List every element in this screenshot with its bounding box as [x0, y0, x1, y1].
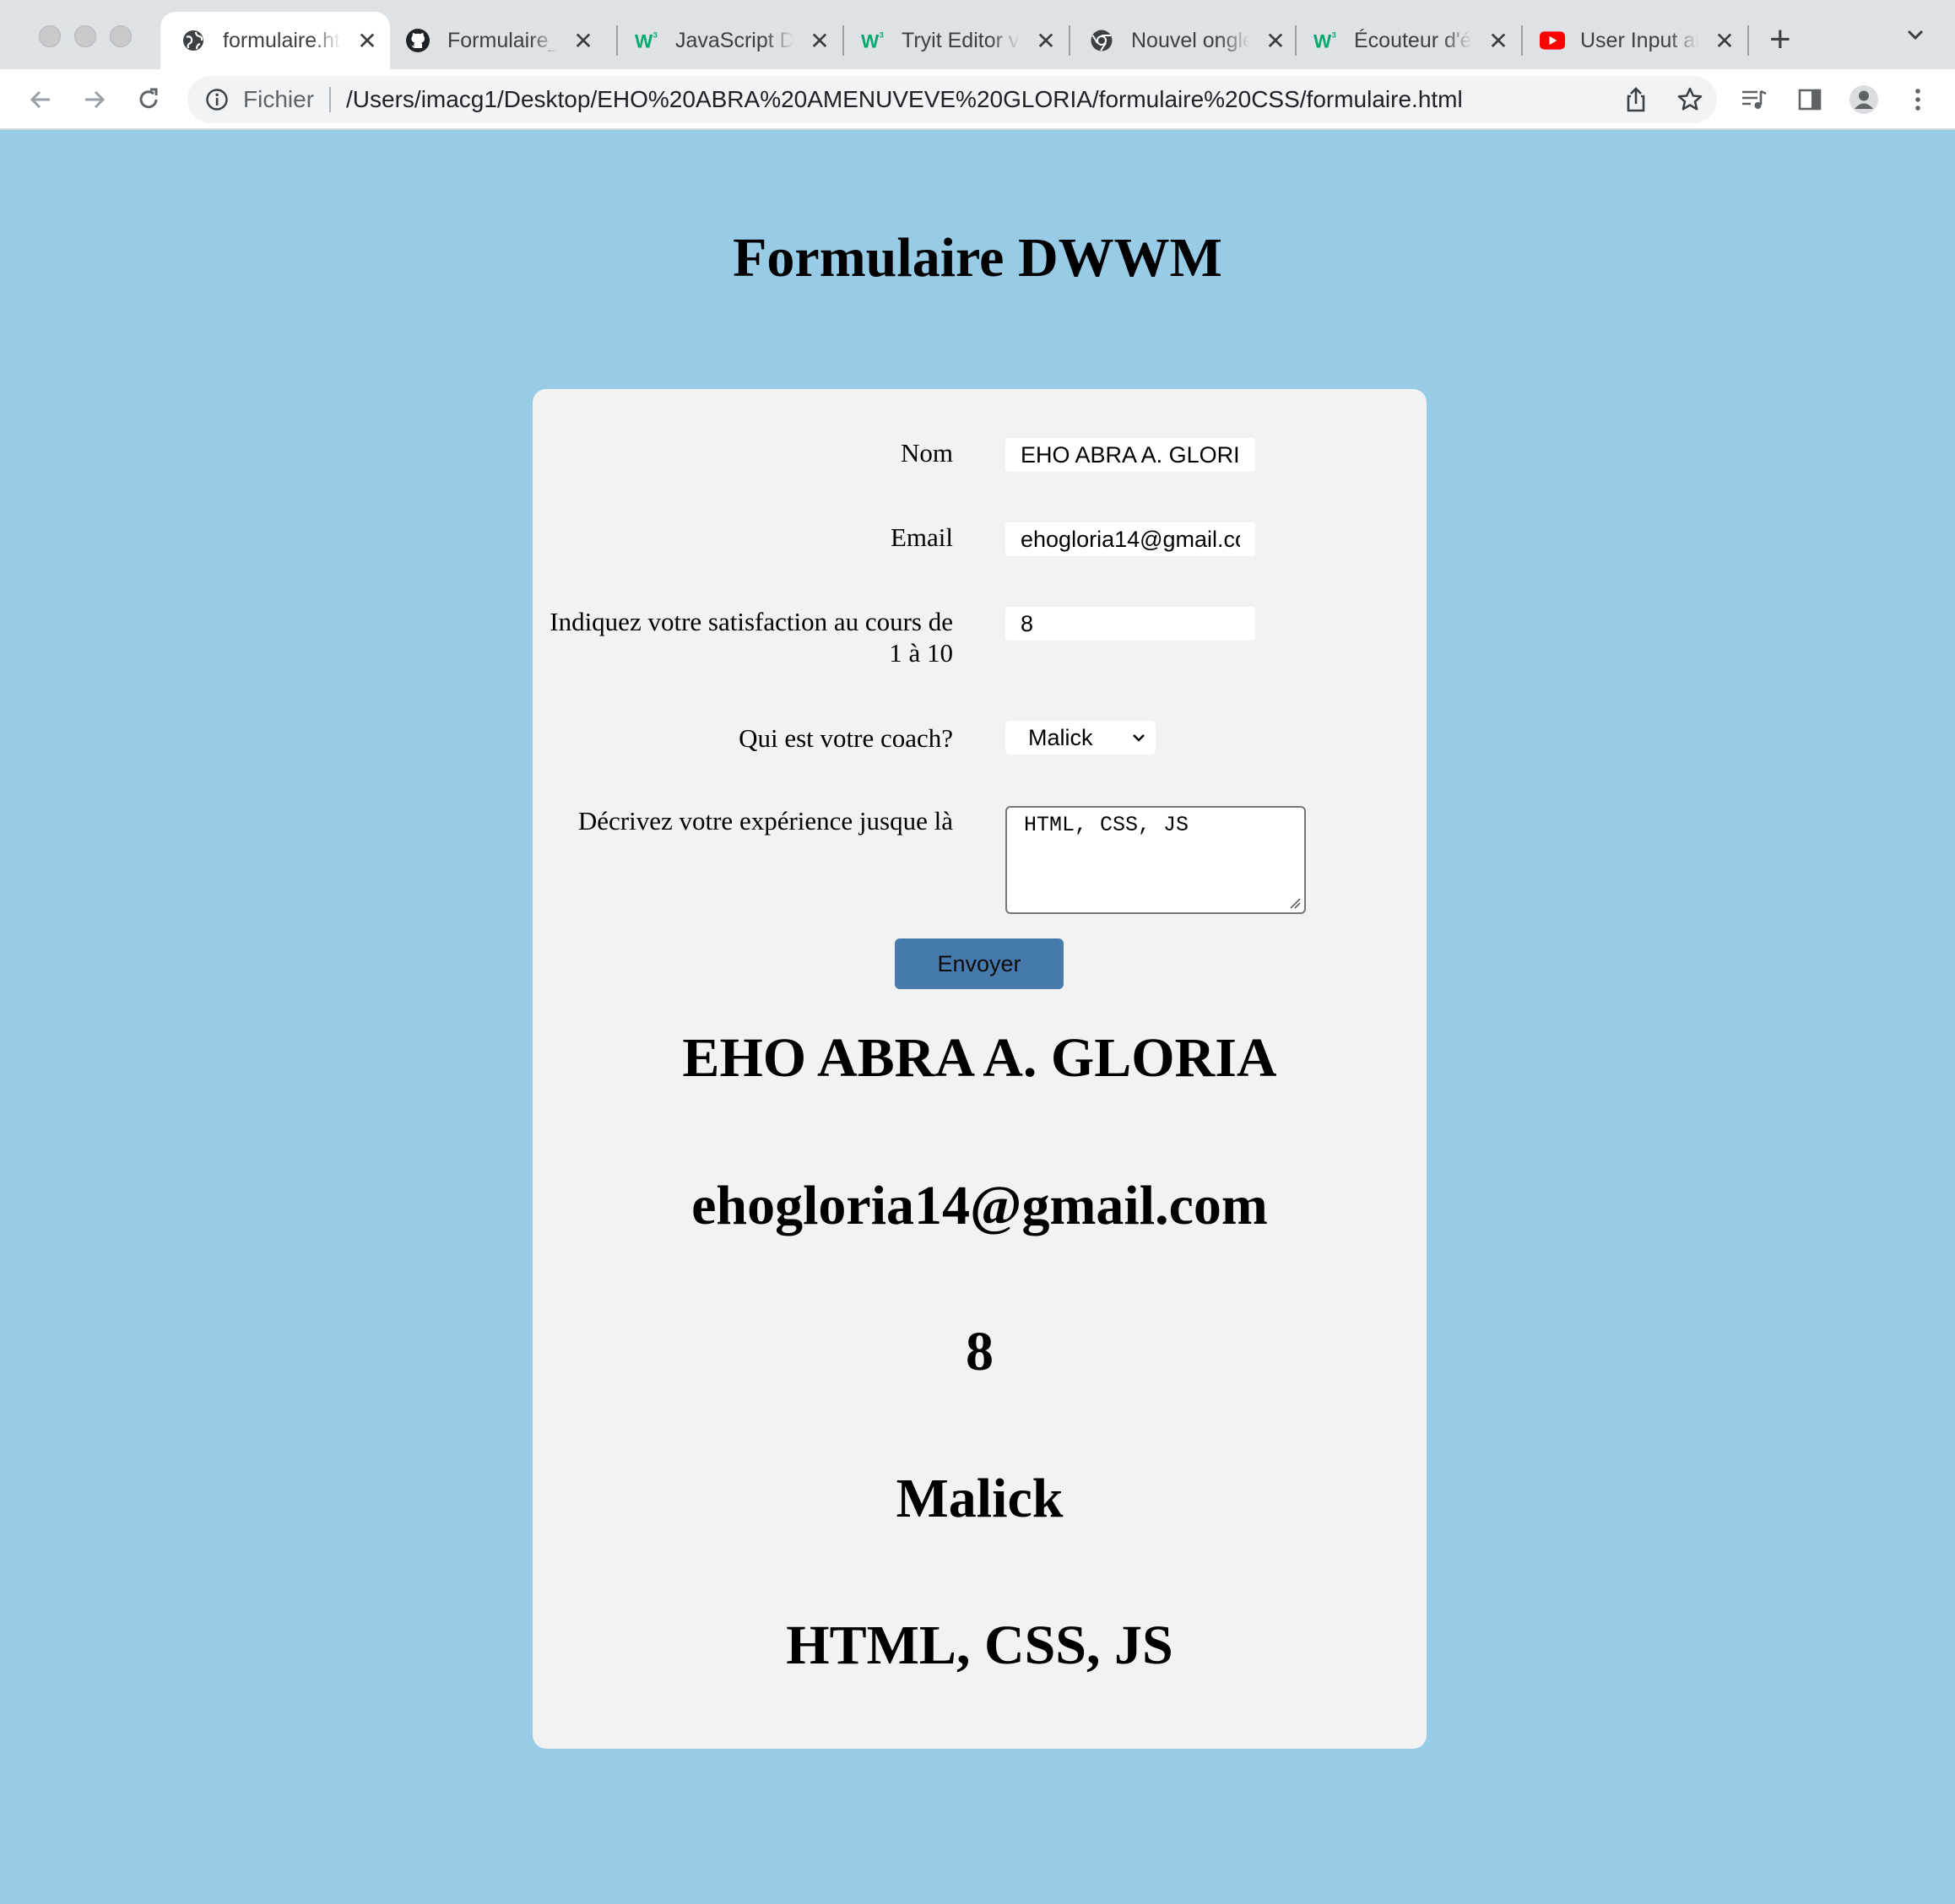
- tab-title: Écouteur d'événements: [1354, 28, 1472, 52]
- more-vertical-icon: [1915, 89, 1920, 111]
- w3schools-icon: W3: [861, 28, 886, 53]
- reload-button[interactable]: [133, 84, 164, 115]
- tab-separator: [1747, 25, 1749, 56]
- url-text[interactable]: /Users/imacg1/Desktop/EHO%20ABRA%20AMENU…: [346, 86, 1463, 113]
- email-label: Email: [890, 522, 953, 552]
- tab-formulaire[interactable]: formulaire.html ✕: [160, 12, 390, 69]
- tab-title: Tryit Editor v3: [902, 28, 1020, 52]
- svg-text:W: W: [861, 30, 880, 51]
- close-icon[interactable]: ✕: [571, 27, 596, 55]
- svg-text:3: 3: [1332, 30, 1336, 39]
- tab-title: JavaScript DOM: [675, 28, 793, 52]
- w3schools-icon: W3: [635, 28, 660, 53]
- close-icon[interactable]: ✕: [1486, 27, 1511, 55]
- chrome-icon: [1089, 28, 1114, 53]
- tab-title: Nouvel onglet: [1131, 28, 1249, 52]
- media-control-button[interactable]: [1739, 84, 1769, 115]
- w3schools-icon: W3: [1313, 28, 1339, 53]
- arrow-left-icon: [30, 90, 50, 109]
- tab-strip: formulaire.html ✕ Formulaire_CSS ✕ W3 Ja…: [0, 0, 1955, 69]
- coach-label: Qui est votre coach?: [739, 723, 953, 753]
- minimize-window-button[interactable]: [74, 25, 96, 47]
- tab-formulaire-css[interactable]: Formulaire_CSS ✕: [405, 12, 608, 69]
- menu-button[interactable]: [1903, 84, 1933, 115]
- experience-textarea[interactable]: HTML, CSS, JS: [1005, 806, 1306, 914]
- coach-selected-value: Malick: [1028, 724, 1093, 750]
- divider: [329, 87, 332, 112]
- info-icon[interactable]: [204, 87, 230, 112]
- close-icon[interactable]: ✕: [1033, 27, 1059, 55]
- reload-icon: [139, 88, 158, 109]
- chevron-down-icon: [1907, 30, 1924, 41]
- svg-text:W: W: [635, 30, 653, 51]
- output-satisfaction: 8: [966, 1321, 994, 1382]
- avatar-icon: [1849, 85, 1878, 114]
- side-panel-icon: [1798, 89, 1822, 111]
- address-bar[interactable]: Fichier /Users/imacg1/Desktop/EHO%20ABRA…: [187, 76, 1717, 123]
- tab-tryit-editor[interactable]: W3 Tryit Editor v3 ✕: [861, 12, 1064, 69]
- svg-text:3: 3: [653, 30, 658, 39]
- form-card: Nom Email Indiquez votre satisfaction au…: [533, 389, 1427, 1749]
- experience-label: Décrivez votre expérience jusque là: [577, 806, 953, 836]
- youtube-icon: [1540, 28, 1565, 53]
- globe-icon: [181, 28, 206, 53]
- tab-separator: [1069, 25, 1070, 56]
- satisfaction-label: Indiquez votre satisfaction au cours de …: [550, 607, 953, 668]
- tab-user-input[interactable]: User Input and ✕: [1540, 12, 1742, 69]
- email-input[interactable]: [1005, 522, 1255, 556]
- tab-separator: [842, 25, 844, 56]
- back-button[interactable]: [25, 84, 56, 115]
- url-scheme-label: Fichier: [243, 86, 315, 112]
- svg-text:3: 3: [880, 30, 884, 39]
- new-tab-button[interactable]: +: [1769, 19, 1791, 61]
- coach-select[interactable]: Malick: [1005, 721, 1156, 755]
- page-title: Formulaire DWWM: [733, 227, 1222, 289]
- arrow-right-icon: [85, 90, 106, 109]
- satisfaction-input[interactable]: [1005, 607, 1255, 641]
- tab-ecouteur-evenements[interactable]: W3 Écouteur d'événements ✕: [1313, 12, 1516, 69]
- name-label: Nom: [901, 438, 953, 468]
- close-icon[interactable]: ✕: [355, 27, 380, 55]
- tab-javascript-dom[interactable]: W3 JavaScript DOM ✕: [635, 12, 837, 69]
- maximize-window-button[interactable]: [110, 25, 132, 47]
- submit-button[interactable]: Envoyer: [895, 938, 1064, 989]
- side-panel-button[interactable]: [1795, 84, 1825, 115]
- chevron-down-icon: [1133, 734, 1145, 742]
- resize-grip-icon[interactable]: [1289, 897, 1301, 909]
- close-icon[interactable]: ✕: [807, 27, 832, 55]
- tab-nouvel-onglet[interactable]: Nouvel onglet ✕: [1089, 12, 1292, 69]
- tab-separator: [1521, 25, 1523, 56]
- tab-separator: [1295, 25, 1297, 56]
- output-experience: HTML, CSS, JS: [786, 1615, 1173, 1676]
- tab-separator: [616, 25, 618, 56]
- music-queue-icon: [1742, 89, 1767, 109]
- name-input[interactable]: [1005, 438, 1255, 472]
- tab-search-button[interactable]: [1903, 22, 1928, 51]
- close-icon[interactable]: ✕: [1712, 27, 1737, 55]
- github-icon: [405, 28, 431, 53]
- output-name: EHO ABRA A. GLORIA: [682, 1027, 1277, 1089]
- browser-toolbar: Fichier /Users/imacg1/Desktop/EHO%20ABRA…: [0, 69, 1955, 130]
- window-controls: [39, 25, 132, 47]
- close-icon[interactable]: ✕: [1263, 27, 1288, 55]
- bookmark-star-icon[interactable]: [1676, 86, 1703, 113]
- tab-title: User Input and: [1580, 28, 1698, 52]
- output-coach: Malick: [896, 1468, 1064, 1529]
- share-icon[interactable]: [1622, 86, 1649, 113]
- forward-button[interactable]: [79, 84, 110, 115]
- output-email: ehogloria14@gmail.com: [691, 1175, 1268, 1236]
- tab-title: formulaire.html: [223, 28, 341, 52]
- svg-text:W: W: [1313, 30, 1332, 51]
- close-window-button[interactable]: [39, 25, 61, 47]
- profile-button[interactable]: [1849, 84, 1879, 115]
- tab-title: Formulaire_CSS: [447, 28, 557, 52]
